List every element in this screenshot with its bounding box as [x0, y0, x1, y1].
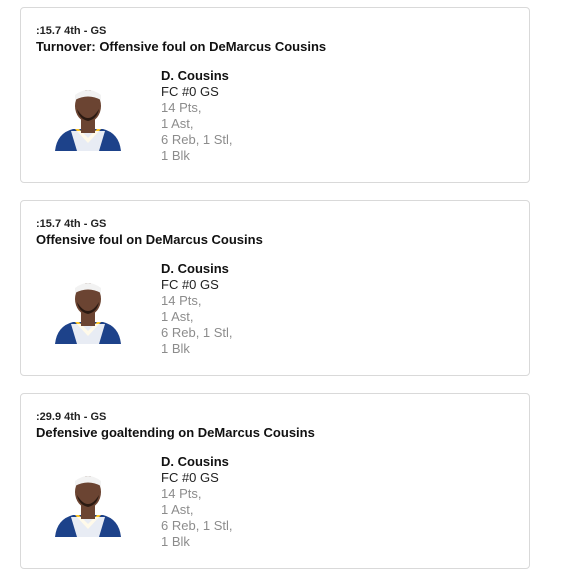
player-stat-line: 14 Pts,: [161, 293, 202, 308]
meta-separator: -: [83, 25, 88, 37]
player-info: D. Cousins FC #0 GS 14 Pts, 1 Ast, 6 Reb…: [161, 68, 233, 164]
play-description: Defensive goaltending on DeMarcus Cousin…: [36, 425, 315, 440]
player-info: D. Cousins FC #0 GS 14 Pts, 1 Ast, 6 Reb…: [161, 454, 233, 550]
play-card[interactable]: :29.9 4th - GS Defensive goaltending on …: [20, 393, 530, 569]
player-stat-line: 6 Reb, 1 Stl,: [161, 325, 233, 340]
play-period: 4th: [64, 218, 81, 230]
play-clock: :15.7: [36, 218, 62, 230]
play-card[interactable]: :15.7 4th - GS Turnover: Offensive foul …: [20, 7, 530, 183]
play-clock: :29.9: [36, 411, 62, 423]
play-team: GS: [90, 25, 107, 37]
player-stat-line: 1 Ast,: [161, 502, 194, 517]
play-meta: :15.7 4th - GS: [36, 217, 106, 231]
play-card[interactable]: :15.7 4th - GS Offensive foul on DeMarcu…: [20, 200, 530, 376]
player-stat-line: 1 Ast,: [161, 309, 194, 324]
player-stat-line: 6 Reb, 1 Stl,: [161, 518, 233, 533]
meta-separator: -: [83, 411, 88, 423]
player-headshot[interactable]: [53, 467, 123, 537]
play-by-play-feed: :15.7 4th - GS Turnover: Offensive foul …: [0, 0, 575, 585]
player-name[interactable]: D. Cousins: [161, 454, 233, 470]
player-stat-line: 1 Ast,: [161, 116, 194, 131]
player-position-number: FC #0 GS: [161, 84, 219, 99]
player-stat-line: 1 Blk: [161, 148, 190, 163]
meta-separator: -: [83, 218, 88, 230]
play-period: 4th: [64, 411, 81, 423]
play-description: Offensive foul on DeMarcus Cousins: [36, 232, 263, 247]
player-position-number: FC #0 GS: [161, 277, 219, 292]
play-team: GS: [90, 218, 107, 230]
player-stat-line: 14 Pts,: [161, 486, 202, 501]
player-headshot[interactable]: [53, 274, 123, 344]
player-stat-line: 1 Blk: [161, 534, 190, 549]
player-stat-line: 1 Blk: [161, 341, 190, 356]
player-stat-line: 6 Reb, 1 Stl,: [161, 132, 233, 147]
player-headshot[interactable]: [53, 81, 123, 151]
player-position-number: FC #0 GS: [161, 470, 219, 485]
play-description: Turnover: Offensive foul on DeMarcus Cou…: [36, 39, 327, 54]
play-clock: :15.7: [36, 25, 62, 37]
play-meta: :29.9 4th - GS: [36, 410, 106, 424]
play-meta: :15.7 4th - GS: [36, 24, 106, 38]
player-info: D. Cousins FC #0 GS 14 Pts, 1 Ast, 6 Reb…: [161, 261, 233, 357]
player-name[interactable]: D. Cousins: [161, 68, 233, 84]
player-name[interactable]: D. Cousins: [161, 261, 233, 277]
player-stat-line: 14 Pts,: [161, 100, 202, 115]
play-team: GS: [90, 411, 107, 423]
play-period: 4th: [64, 25, 81, 37]
